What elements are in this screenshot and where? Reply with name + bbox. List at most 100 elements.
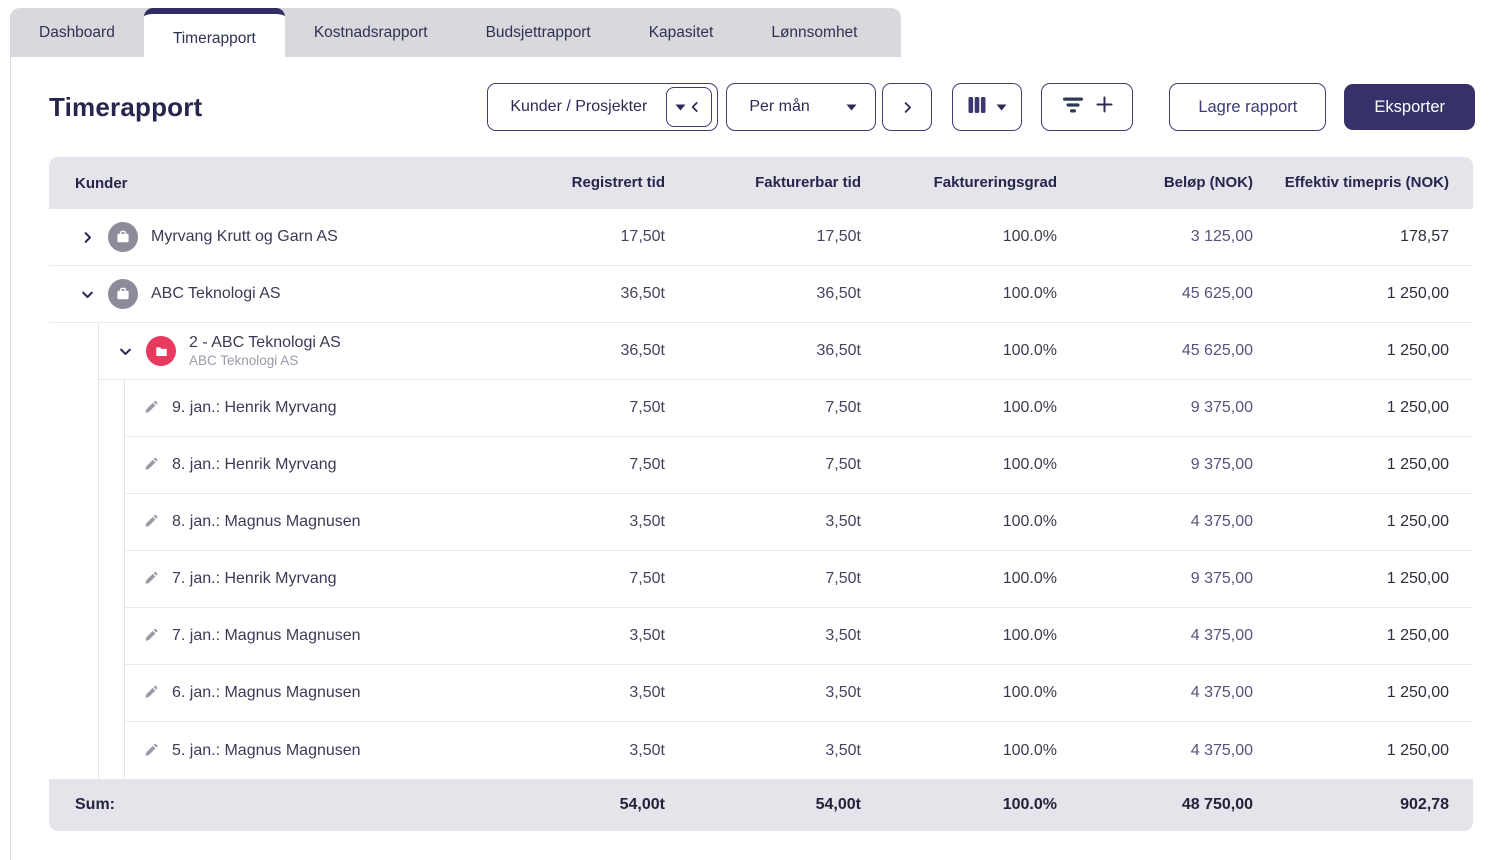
export-label: Eksporter [1374,97,1445,116]
tab-dashboard[interactable]: Dashboard [10,8,144,57]
grouping-select-value: Kunder / Prosjekter [510,98,648,115]
chevron-right-icon [894,100,920,115]
pencil-icon[interactable] [139,685,163,701]
expand-chevron-right-icon[interactable] [74,230,100,245]
table-row[interactable]: 7. jan.: Magnus Magnusen 3,50t 3,50t 100… [125,608,1473,665]
pencil-icon[interactable] [139,628,163,644]
sum-label: Sum: [75,796,115,813]
sum-fakturerbar: 54,00t [815,796,861,813]
entry-label: 7. jan.: Henrik Myrvang [172,570,337,587]
next-period-button[interactable] [882,83,933,131]
table-row[interactable]: Myrvang Krutt og Garn AS 17,50t 17,50t 1… [49,209,1473,266]
project-subtitle: ABC Teknologi AS [189,352,299,368]
cell-timepris: 1 250,00 [1386,399,1449,416]
chevron-down-icon [996,104,1007,111]
cell-belop: 9 375,00 [1190,570,1253,587]
cell-grad: 100.0% [1002,228,1057,245]
briefcase-icon [117,230,129,243]
entry-label: 5. jan.: Magnus Magnusen [172,741,361,759]
grouping-select[interactable]: Kunder / Prosjekter [487,83,719,131]
chevron-down-icon [675,104,686,111]
cell-fakturerbar: 3,50t [825,513,861,530]
cell-timepris: 1 250,00 [1386,627,1449,644]
project-group: 2 - ABC Teknologi AS ABC Teknologi AS 36… [98,323,1473,779]
cell-registrert: 36,50t [620,285,665,302]
cell-belop: 45 625,00 [1181,342,1253,359]
table-row[interactable]: 8. jan.: Henrik Myrvang 7,50t 7,50t 100.… [125,437,1473,494]
cell-registrert: 17,50t [620,228,665,245]
column-header-faktureringsgrad: Faktureringsgrad [933,173,1057,191]
pencil-icon[interactable] [139,743,163,759]
table-row[interactable]: 5. jan.: Magnus Magnusen 3,50t 3,50t 100… [125,722,1473,779]
entry-label: 8. jan.: Henrik Myrvang [172,456,337,473]
collapse-chevron-down-icon[interactable] [74,287,100,302]
table-row[interactable]: 7. jan.: Henrik Myrvang 7,50t 7,50t 100.… [125,551,1473,608]
period-select[interactable]: Per mån [726,83,877,131]
sum-grad: 100.0% [1002,796,1057,813]
cell-registrert: 36,50t [620,342,665,359]
cell-grad: 100.0% [1002,684,1057,701]
table-row[interactable]: 9. jan.: Henrik Myrvang 7,50t 7,50t 100.… [125,380,1473,437]
cell-grad: 100.0% [1002,342,1057,359]
entry-label: 7. jan.: Magnus Magnusen [172,627,361,644]
collapse-chevron-down-icon[interactable] [112,344,138,359]
cell-fakturerbar: 17,50t [816,228,861,245]
cell-registrert: 3,50t [629,513,665,530]
add-filter-button[interactable] [1041,83,1134,131]
pencil-icon[interactable] [139,400,163,416]
save-report-button[interactable]: Lagre rapport [1169,83,1327,131]
tab-lonnsomhet[interactable]: Lønnsomhet [742,8,886,57]
cell-fakturerbar: 3,50t [825,627,861,644]
sum-belop: 48 750,00 [1181,796,1253,813]
report-table: Kunder Registrert tid Fakturerbar tid Fa… [49,157,1473,831]
column-header-effektiv-timepris: Effektiv timepris (NOK) [1284,173,1449,191]
cell-belop: 4 375,00 [1190,513,1253,530]
cell-grad: 100.0% [1002,741,1057,759]
tab-bar: Dashboard Timerapport Kostnadsrapport Bu… [10,8,901,63]
cell-timepris: 1 250,00 [1386,684,1449,701]
columns-button[interactable] [952,83,1023,131]
customer-name: ABC Teknologi AS [151,285,281,302]
column-header-kunder: Kunder [75,174,128,192]
pencil-icon[interactable] [139,514,163,530]
filter-icon [1062,96,1084,119]
columns-icon [967,95,987,120]
pencil-icon[interactable] [139,571,163,587]
cell-grad: 100.0% [1002,285,1057,302]
tab-budsjettrapport[interactable]: Budsjettrapport [457,8,620,57]
export-button[interactable]: Eksporter [1344,84,1475,130]
entry-label: 8. jan.: Magnus Magnusen [172,513,361,530]
cell-registrert: 3,50t [629,684,665,701]
cell-fakturerbar: 7,50t [825,399,861,416]
project-name: 2 - ABC Teknologi AS [189,333,341,351]
cell-fakturerbar: 36,50t [816,285,861,302]
table-row[interactable]: 2 - ABC Teknologi AS ABC Teknologi AS 36… [99,323,1473,380]
page-title: Timerapport [49,91,203,122]
entry-label: 6. jan.: Magnus Magnusen [172,684,361,701]
save-report-label: Lagre rapport [1198,97,1298,116]
cell-fakturerbar: 36,50t [816,342,861,359]
cell-belop: 4 375,00 [1190,627,1253,644]
toolbar: Kunder / Prosjekter Per mån Lagre rappor… [487,83,1475,131]
briefcase-icon [117,287,129,300]
chevron-left-icon [687,100,703,114]
project-avatar [146,336,176,366]
tab-kapasitet[interactable]: Kapasitet [620,8,743,57]
tab-timerapport[interactable]: Timerapport [143,8,285,63]
cell-fakturerbar: 3,50t [825,684,861,701]
table-row[interactable]: 6. jan.: Magnus Magnusen 3,50t 3,50t 100… [125,665,1473,722]
previous-period-button[interactable] [666,87,713,127]
cell-timepris: 1 250,00 [1386,342,1449,359]
tab-kostnadsrapport[interactable]: Kostnadsrapport [285,8,457,57]
table-row[interactable]: ABC Teknologi AS 36,50t 36,50t 100.0% 45… [49,266,1473,323]
cell-timepris: 1 250,00 [1386,513,1449,530]
table-row[interactable]: 8. jan.: Magnus Magnusen 3,50t 3,50t 100… [125,494,1473,551]
cell-grad: 100.0% [1002,399,1057,416]
entry-group: 9. jan.: Henrik Myrvang 7,50t 7,50t 100.… [124,380,1473,779]
sum-timepris: 902,78 [1400,796,1449,813]
cell-grad: 100.0% [1002,456,1057,473]
customer-avatar [108,222,138,252]
pencil-icon[interactable] [139,457,163,473]
cell-timepris: 1 250,00 [1386,456,1449,473]
table-header: Kunder Registrert tid Fakturerbar tid Fa… [49,157,1473,209]
